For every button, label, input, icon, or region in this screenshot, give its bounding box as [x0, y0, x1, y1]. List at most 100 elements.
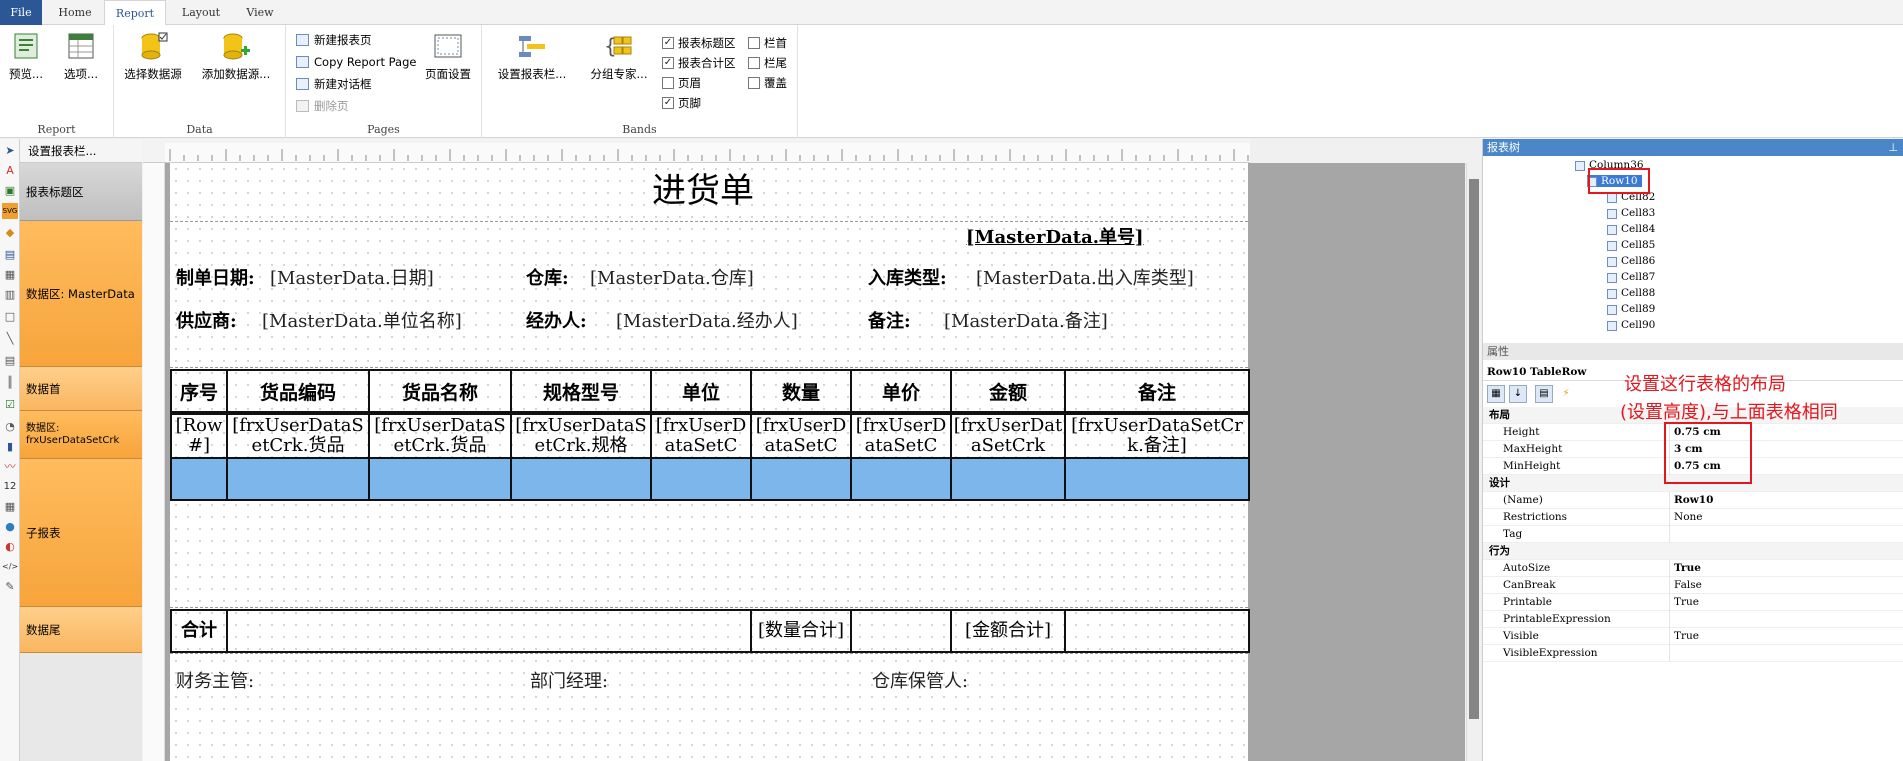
property-value[interactable]: True — [1669, 594, 1903, 611]
gauge-tool-icon[interactable]: ◔ — [2, 419, 18, 435]
checkbox-tool-icon[interactable]: ☑ — [2, 397, 18, 413]
band-master-data[interactable]: 数据区: MasterData — [20, 221, 142, 367]
data-cell[interactable]: [frxUserDataSetC — [750, 413, 852, 459]
order-number-field[interactable]: [MasterData.单号] — [966, 223, 1144, 249]
chart-tool-icon[interactable]: ▮ — [2, 439, 18, 455]
check-page-footer[interactable]: ✓ 页脚 — [662, 94, 701, 112]
pointer-tool-icon[interactable]: ➤ — [2, 143, 18, 159]
summary-cell[interactable] — [1064, 609, 1250, 653]
property-row[interactable]: VisibleExpression — [1483, 645, 1903, 662]
property-row[interactable]: Restrictions None — [1483, 509, 1903, 526]
zip-code-tool-icon[interactable]: ◐ — [2, 539, 18, 555]
property-row[interactable]: CanBreak False — [1483, 577, 1903, 594]
column-header[interactable]: 货品编码 — [226, 369, 370, 413]
property-value[interactable] — [1669, 611, 1903, 628]
selected-cell[interactable] — [750, 457, 852, 501]
tree-node[interactable]: Cell84 — [1607, 223, 1655, 235]
detail-table[interactable]: 序号 货品编码 货品名称 规格型号 单位 数量 单价 金额 备注 — [170, 369, 1250, 413]
cross-view-tool-icon[interactable]: ▦ — [2, 499, 18, 515]
date-label[interactable]: 制单日期: — [176, 264, 255, 290]
delete-page-button[interactable]: 删除页 — [294, 97, 349, 115]
check-report-title[interactable]: ✓ 报表标题区 — [662, 34, 736, 52]
vertical-scrollbar[interactable] — [1466, 163, 1481, 761]
properties-icon[interactable]: ▤ — [1535, 385, 1553, 403]
data-table[interactable]: [Row#] [frxUserDataSetCrk.货品 [frxUserDat… — [170, 413, 1250, 501]
events-icon[interactable]: ⚡ — [1557, 385, 1575, 403]
selected-cell[interactable] — [170, 457, 228, 501]
band-report-title[interactable]: 报表标题区 — [20, 163, 142, 221]
band-tool-icon[interactable]: ◆ — [2, 225, 18, 241]
selected-cell[interactable] — [850, 457, 952, 501]
band-subreport[interactable]: 子报表 — [20, 459, 142, 607]
property-value[interactable]: None — [1669, 509, 1903, 526]
department-manager-label[interactable]: 部门经理: — [530, 667, 608, 693]
line-tool-icon[interactable]: ╲ — [2, 331, 18, 347]
pen-tool-icon[interactable]: ✎ — [2, 579, 18, 595]
data-cell[interactable]: [frxUserDataSetCrk.备注] — [1064, 413, 1250, 459]
property-row[interactable]: (Name) Row10 — [1483, 492, 1903, 509]
data-cell[interactable]: [frxUserDataSetCrk.规格 — [510, 413, 652, 459]
new-page-button[interactable]: 新建报表页 — [294, 31, 372, 49]
amount-total-field[interactable]: [金额合计] — [950, 609, 1066, 653]
checkbox-page-header[interactable] — [662, 77, 674, 89]
handler-label[interactable]: 经办人: — [526, 307, 587, 333]
data-cell[interactable]: [Row#] — [170, 413, 228, 459]
category-behavior[interactable]: 行为 — [1483, 543, 1903, 560]
inbound-type-label[interactable]: 入库类型: — [868, 264, 947, 290]
data-cell[interactable]: [frxUserDataSetC — [850, 413, 952, 459]
property-row[interactable]: PrintableExpression — [1483, 611, 1903, 628]
selected-cell[interactable] — [510, 457, 652, 501]
check-report-summary[interactable]: ✓ 报表合计区 — [662, 54, 736, 72]
matrix-tool-icon[interactable]: ▥ — [2, 287, 18, 303]
barcode-tool-icon[interactable]: ║ — [2, 375, 18, 391]
checkbox-column-footer[interactable] — [748, 57, 760, 69]
property-value[interactable] — [1669, 526, 1903, 543]
options-button[interactable]: 选项... — [56, 31, 106, 82]
tab-home[interactable]: Home — [46, 0, 104, 25]
property-value[interactable]: False — [1669, 577, 1903, 594]
warehouse-label[interactable]: 仓库: — [526, 264, 569, 290]
tab-view[interactable]: View — [234, 0, 286, 25]
property-row[interactable]: Tag — [1483, 526, 1903, 543]
scrollbar-thumb[interactable] — [1469, 179, 1479, 719]
selected-cell[interactable] — [950, 457, 1066, 501]
property-value[interactable]: True — [1669, 560, 1903, 577]
band-detail-data[interactable]: 数据区: frxUserDataSetCrk — [20, 411, 142, 459]
tab-report[interactable]: Report — [104, 0, 166, 26]
property-row[interactable]: Visible True — [1483, 628, 1903, 645]
selected-cell[interactable] — [226, 457, 370, 501]
data-cell[interactable]: [frxUserDataSetC — [650, 413, 752, 459]
checkbox-overlay[interactable] — [748, 77, 760, 89]
remark-field[interactable]: [MasterData.备注] — [944, 307, 1108, 333]
tree-node[interactable]: Cell90 — [1607, 319, 1655, 331]
selected-cell[interactable] — [368, 457, 512, 501]
selected-cell[interactable] — [650, 457, 752, 501]
inbound-type-field[interactable]: [MasterData.出入库类型] — [976, 264, 1194, 290]
subreport-tool-icon[interactable]: ▤ — [2, 247, 18, 263]
preview-button[interactable]: 预览... — [2, 31, 50, 82]
remark-label[interactable]: 备注: — [868, 307, 911, 333]
handler-field[interactable]: [MasterData.经办人] — [616, 307, 798, 333]
summary-table[interactable]: 合计 [数量合计] [金额合计] — [170, 609, 1250, 653]
table-row[interactable]: [Row#] [frxUserDataSetCrk.货品 [frxUserDat… — [170, 413, 1250, 459]
tab-layout[interactable]: Layout — [170, 0, 232, 25]
map-tool-icon[interactable]: ● — [2, 519, 18, 535]
warehouse-field[interactable]: [MasterData.仓库] — [590, 264, 754, 290]
pin-icon[interactable]: ⊥ — [1888, 139, 1898, 156]
picture-tool-icon[interactable]: ▣ — [2, 183, 18, 199]
checkbox-report-summary[interactable]: ✓ — [662, 57, 674, 69]
property-value[interactable]: True — [1669, 628, 1903, 645]
column-header[interactable]: 序号 — [170, 369, 228, 413]
quantity-total-field[interactable]: [数量合计] — [750, 609, 852, 653]
check-column-header[interactable]: 栏首 — [748, 34, 787, 52]
column-header[interactable]: 货品名称 — [368, 369, 512, 413]
summary-cell[interactable] — [226, 609, 752, 653]
supplier-field[interactable]: [MasterData.单位名称] — [262, 307, 462, 333]
column-header[interactable]: 数量 — [750, 369, 852, 413]
column-header[interactable]: 单价 — [850, 369, 952, 413]
warehouse-keeper-label[interactable]: 仓库保管人: — [872, 667, 968, 693]
tree-node[interactable]: Cell88 — [1607, 287, 1655, 299]
tree-node[interactable]: Cell86 — [1607, 255, 1655, 267]
categorized-icon[interactable]: ▦ — [1487, 385, 1505, 403]
page-setup-button[interactable]: 页面设置 — [420, 31, 476, 82]
